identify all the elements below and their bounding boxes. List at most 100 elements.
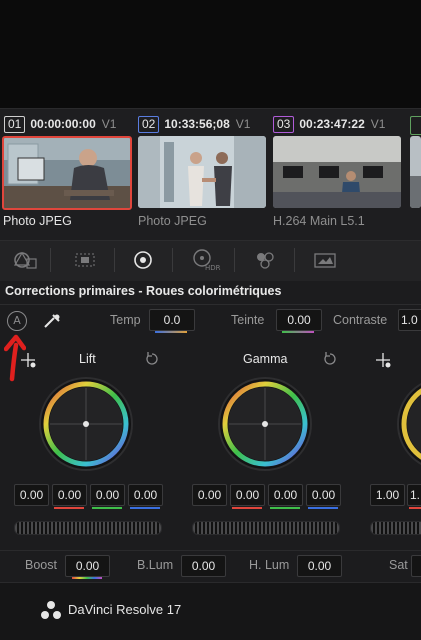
clip-number: 01 <box>4 116 26 133</box>
gamma-green-bar <box>270 507 300 509</box>
tint-field[interactable]: 0.00 <box>276 309 322 331</box>
reset-glyph <box>324 352 336 365</box>
toolbar-divider <box>234 248 235 272</box>
camera-raw-icon[interactable] <box>10 248 40 272</box>
motion-effects-icon[interactable] <box>310 248 340 272</box>
color-match-glyph <box>75 253 95 267</box>
clip-timecode: 00:23:47:22 <box>299 117 365 131</box>
hdr-label: HDR <box>205 264 221 272</box>
clip-track: V1 <box>235 117 251 131</box>
lift-green-field[interactable]: 0.00 <box>90 484 125 506</box>
lift-reset-icon[interactable] <box>144 351 160 371</box>
toolbar-divider <box>114 248 115 272</box>
lift-master-field[interactable]: 0.00 <box>14 484 49 506</box>
clip-header-2: 02 10:33:56;08 V1 <box>138 116 250 134</box>
clip-timecode: 00:00:00:00 <box>30 117 96 131</box>
sat-label: Sat <box>389 558 408 572</box>
temp-label: Temp <box>110 313 141 327</box>
davinci-logo-glyph <box>41 601 61 619</box>
contrast-label: Contraste <box>333 313 388 327</box>
clip-codec-3: H.264 Main L5.1 <box>273 214 365 228</box>
open-office-image <box>273 136 401 208</box>
lift-blue-field[interactable]: 0.00 <box>128 484 163 506</box>
office-man-image <box>4 138 130 208</box>
clip-number: 02 <box>138 116 160 133</box>
temp-gradient <box>155 331 187 333</box>
lift-picker-icon[interactable] <box>20 352 38 374</box>
clip-header-1: 01 00:00:00:00 V1 <box>4 116 116 134</box>
tint-gradient <box>282 331 314 333</box>
gain-master-wheel[interactable] <box>370 521 421 535</box>
viewer-area <box>0 0 421 108</box>
handshake-image <box>138 136 266 208</box>
boost-field[interactable]: 0.00 <box>65 555 110 577</box>
eyedropper-icon[interactable] <box>41 311 63 335</box>
gamma-title: Gamma <box>243 352 288 366</box>
hlum-field[interactable]: 0.00 <box>297 555 342 577</box>
panel-divider <box>0 304 421 305</box>
gamma-green-field[interactable]: 0.00 <box>268 484 303 506</box>
clip-thumbnail-2[interactable] <box>138 136 266 208</box>
lift-color-wheel[interactable] <box>38 376 134 472</box>
clip-thumbnail-4-partial[interactable] <box>410 136 421 208</box>
contrast-field[interactable]: 1.0 <box>398 309 421 331</box>
auto-balance-button[interactable]: A <box>7 311 27 331</box>
app-name: DaVinci Resolve 17 <box>68 602 182 617</box>
reset-glyph <box>146 352 158 365</box>
gamma-red-field[interactable]: 0.00 <box>230 484 265 506</box>
lift-master-wheel[interactable] <box>14 521 162 535</box>
crosshair-glyph <box>376 353 391 368</box>
clip-codec-1: Photo JPEG <box>3 214 72 228</box>
clip-number: 03 <box>273 116 295 133</box>
eyedropper-glyph <box>44 314 60 328</box>
gain-picker-icon[interactable] <box>375 352 393 374</box>
color-match-icon[interactable] <box>70 248 100 272</box>
toolbar-divider <box>294 248 295 272</box>
toolbar-divider <box>50 248 51 272</box>
toolbar-divider <box>172 248 173 272</box>
boost-gradient <box>72 577 102 579</box>
gain-master-field[interactable]: 1.00 <box>370 484 405 506</box>
blum-label: B.Lum <box>137 558 174 572</box>
gamma-master-wheel[interactable] <box>192 521 340 535</box>
hlum-label: H. Lum <box>249 558 290 572</box>
tint-label: Teinte <box>231 313 265 327</box>
gamma-reset-icon[interactable] <box>322 351 338 371</box>
clip-timecode: 10:33:56;08 <box>164 117 230 131</box>
clip-number-partial <box>410 116 421 135</box>
davinci-logo-icon <box>40 600 62 624</box>
clip-codec-2: Photo JPEG <box>138 214 207 228</box>
lift-title: Lift <box>79 352 96 366</box>
motion-effects-glyph <box>314 253 336 268</box>
camera-raw-glyph <box>13 251 37 269</box>
panel-title: Corrections primaires - Roues colorimétr… <box>5 284 282 298</box>
gamma-master-field[interactable]: 0.00 <box>192 484 227 506</box>
lift-red-bar <box>54 507 84 509</box>
gain-color-wheel-partial[interactable] <box>396 376 421 472</box>
temp-field[interactable]: 0.0 <box>149 309 195 331</box>
clip-thumbnail-1[interactable] <box>2 136 132 210</box>
clip-thumbnail-3[interactable] <box>273 136 401 208</box>
lift-red-field[interactable]: 0.00 <box>52 484 87 506</box>
blum-field[interactable]: 0.00 <box>181 555 226 577</box>
color-wheels-glyph <box>134 251 152 269</box>
lift-green-bar <box>92 507 122 509</box>
rgb-mixer-icon[interactable] <box>250 248 280 272</box>
gamma-red-bar <box>232 507 262 509</box>
lift-blue-bar <box>130 507 160 509</box>
clip-track: V1 <box>370 117 386 131</box>
gamma-color-wheel[interactable] <box>217 376 313 472</box>
gamma-blue-field[interactable]: 0.00 <box>306 484 341 506</box>
app-footer <box>0 582 421 640</box>
boost-label: Boost <box>25 558 57 572</box>
rgb-mixer-glyph <box>257 252 274 269</box>
gain-red-bar <box>409 507 421 509</box>
clip-track: V1 <box>101 117 117 131</box>
partial-image <box>410 136 421 208</box>
gain-red-field[interactable]: 1. <box>407 484 421 506</box>
clip-header-3: 03 00:23:47:22 V1 <box>273 116 385 134</box>
gamma-blue-bar <box>308 507 338 509</box>
crosshair-glyph <box>21 353 36 368</box>
color-wheels-icon[interactable] <box>128 248 158 272</box>
sat-field-partial[interactable] <box>411 555 421 577</box>
